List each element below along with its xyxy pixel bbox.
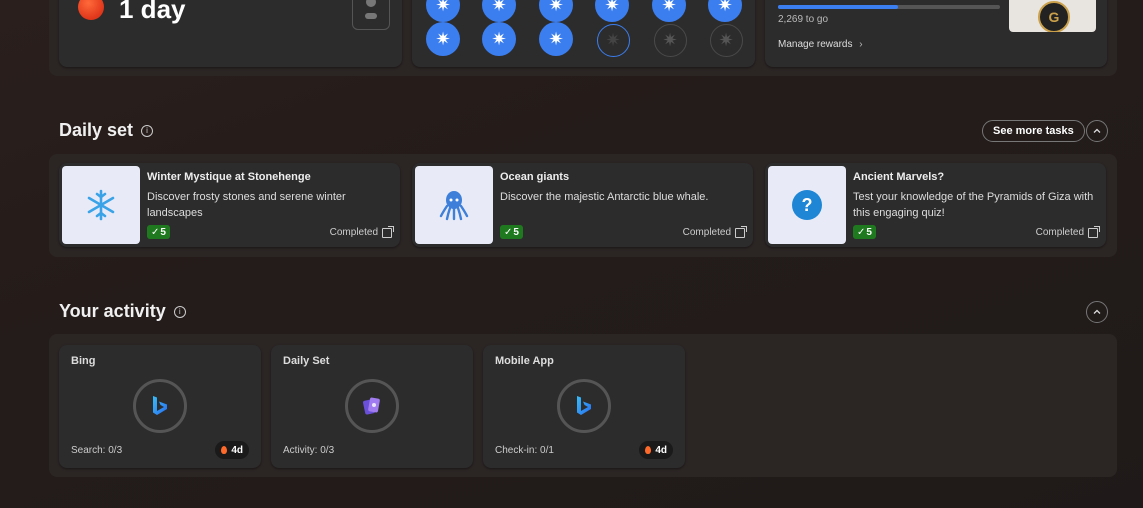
streak-badge: 4d [215, 441, 249, 459]
task-title: Ancient Marvels? [853, 171, 945, 183]
flame-icon [645, 446, 652, 454]
star-off-icon: ✷ [709, 23, 743, 57]
info-icon[interactable]: i [141, 124, 154, 137]
phone-icon [366, 0, 376, 7]
points-badge: ✓ 5 [853, 225, 876, 239]
daily-set-title: Daily set [59, 120, 134, 140]
info-icon[interactable]: i [173, 305, 186, 318]
activity-card-mobile-app[interactable]: Mobile App Check-in: 0/1 4d [483, 345, 685, 468]
octopus-icon [439, 191, 469, 221]
task-card-ancient-marvels[interactable]: ? Ancient Marvels? Test your knowledge o… [765, 163, 1106, 247]
task-thumbnail [415, 166, 493, 244]
manage-rewards-label: Manage rewards [778, 39, 853, 50]
task-status: Completed [330, 225, 394, 238]
manage-rewards-link[interactable]: Manage rewards › [778, 39, 863, 50]
daily-set-header: Daily set i [59, 120, 154, 141]
points-badge: ✓ 5 [147, 225, 170, 239]
bing-icon [577, 396, 591, 415]
star-cur-icon: ✷ [596, 23, 630, 57]
phone-button[interactable] [352, 0, 390, 30]
task-description: Test your knowledge of the Pyramids of G… [853, 191, 1094, 219]
rewards-progress-bar [778, 5, 1000, 9]
question-icon: ? [792, 190, 822, 220]
phone-toggle-icon [365, 13, 377, 19]
task-status: Completed [1036, 225, 1100, 238]
activity-progress-label: Activity: 0/3 [283, 445, 335, 456]
collapse-daily-set-button[interactable] [1086, 120, 1108, 142]
external-link-icon [735, 225, 747, 238]
activity-title: Your activity [59, 301, 166, 321]
chevron-up-icon [1093, 309, 1101, 314]
activity-card-daily-set[interactable]: Daily Set Activity: 0/3 [271, 345, 473, 468]
star-on-icon: ✷ [426, 22, 460, 56]
star-on-icon: ✷ [539, 22, 573, 56]
snowflake-icon [87, 189, 115, 221]
activity-progress-label: Search: 0/3 [71, 445, 123, 456]
activity-card-title: Daily Set [283, 355, 330, 367]
task-thumbnail [62, 166, 140, 244]
collapse-activity-button[interactable] [1086, 301, 1108, 323]
chevron-up-icon [1093, 128, 1101, 133]
external-link-icon [382, 225, 394, 238]
task-thumbnail: ? [768, 166, 846, 244]
check-icon: ✓ [151, 226, 160, 238]
points-to-go: 2,269 to go [778, 14, 829, 25]
check-icon: ✓ [857, 226, 866, 238]
stars-card [412, 0, 755, 67]
streak-badge: 4d [639, 441, 673, 459]
points-badge: ✓ 5 [500, 225, 523, 239]
task-title: Winter Mystique at Stonehenge [147, 171, 311, 183]
task-description: Discover the majestic Antarctic blue wha… [500, 191, 709, 203]
bing-icon [153, 396, 167, 415]
progress-ring [345, 379, 399, 433]
task-card-stonehenge[interactable]: Winter Mystique at Stonehenge Discover f… [59, 163, 400, 247]
cards-icon [363, 397, 380, 415]
task-card-ocean-giants[interactable]: Ocean giants Discover the majestic Antar… [412, 163, 753, 247]
see-more-tasks-button[interactable]: See more tasks [982, 120, 1085, 142]
flame-icon [221, 446, 228, 454]
reward-image[interactable]: G [1009, 0, 1096, 32]
streak-count: 1 day [119, 0, 186, 24]
star-off-icon: ✷ [653, 23, 687, 57]
coin-icon: G [1038, 1, 1070, 32]
progress-ring [557, 379, 611, 433]
chevron-right-icon: › [859, 39, 863, 50]
task-description: Discover frosty stones and serene winter… [147, 191, 346, 219]
activity-card-title: Mobile App [495, 355, 554, 367]
task-title: Ocean giants [500, 171, 570, 183]
activity-card-title: Bing [71, 355, 96, 367]
streak-card [59, 0, 402, 67]
external-link-icon [1088, 225, 1100, 238]
activity-card-bing[interactable]: Bing Search: 0/3 4d [59, 345, 261, 468]
rewards-progress-fill [778, 5, 898, 9]
activity-header: Your activity i [59, 301, 186, 322]
progress-ring [133, 379, 187, 433]
activity-progress-label: Check-in: 0/1 [495, 445, 554, 456]
star-on-icon: ✷ [482, 22, 516, 56]
check-icon: ✓ [504, 226, 513, 238]
task-status: Completed [683, 225, 747, 238]
